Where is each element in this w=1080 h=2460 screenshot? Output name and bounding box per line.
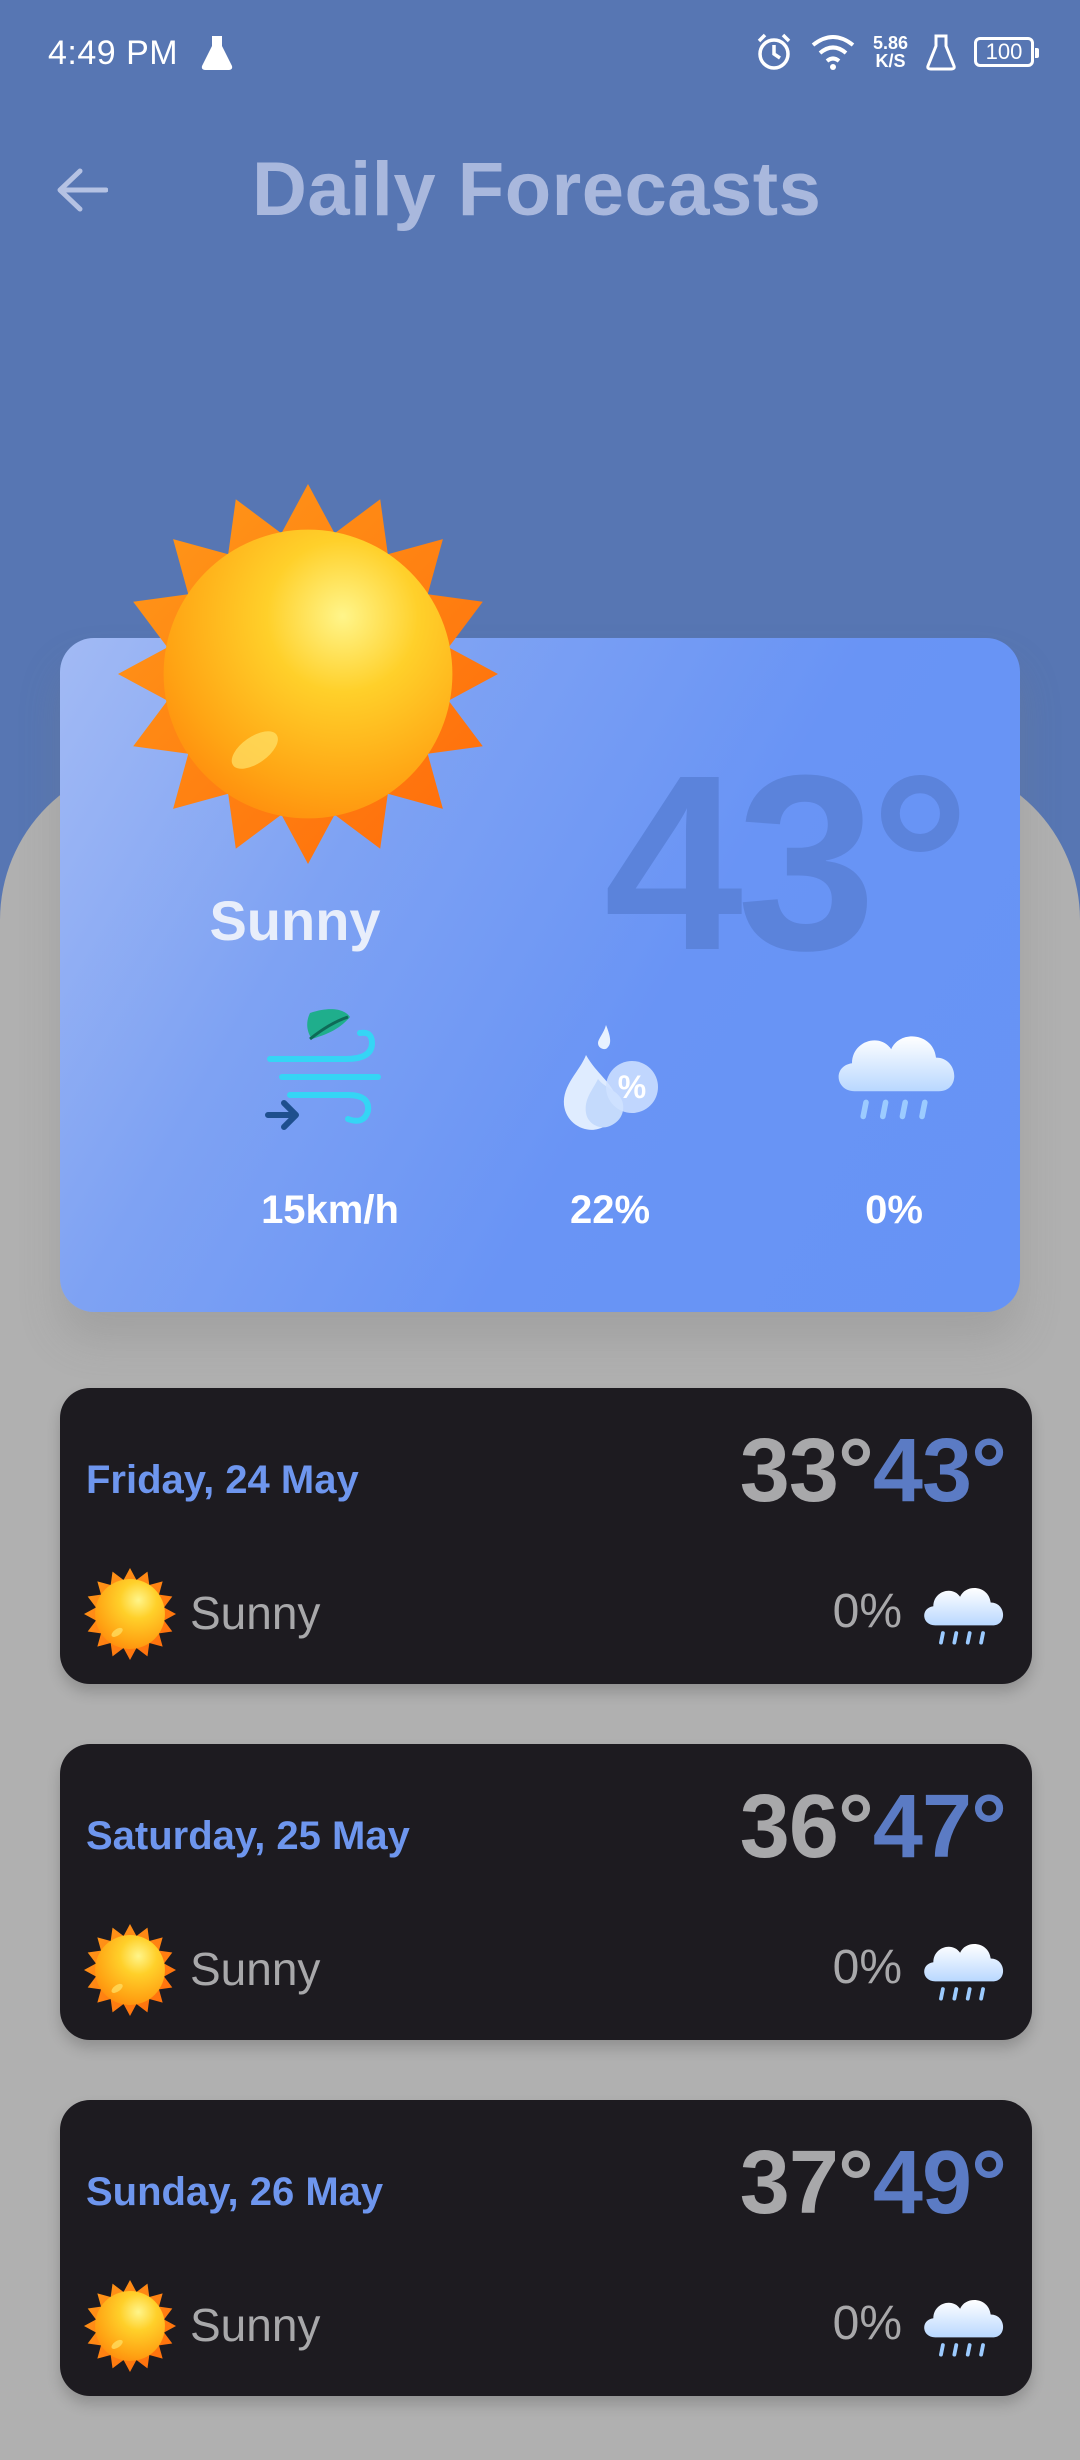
humidity-stat: % 22%	[510, 1003, 710, 1233]
flask-outline-icon	[926, 34, 956, 71]
network-speed-unit: K/S	[875, 51, 906, 71]
sun-icon	[84, 2280, 176, 2372]
day-date: Friday, 24 May	[86, 1458, 359, 1502]
status-icons: 5.86 K/S 100	[755, 30, 1039, 74]
day-condition: Sunny	[190, 2299, 321, 2351]
sun-icon	[118, 484, 498, 864]
alarm-icon	[757, 33, 791, 70]
status-time: 4:49 PM	[48, 34, 179, 72]
day-condition: Sunny	[190, 1587, 321, 1639]
humidity-value: 22%	[569, 1188, 651, 1232]
back-button[interactable]	[52, 160, 112, 220]
day-rain-chance: 0%	[832, 1585, 902, 1638]
screen: 4:49 PM 5.86 K/S 100 Daily Forecasts 43°…	[0, 0, 1080, 2460]
day-rain-chance: 0%	[832, 1941, 902, 1994]
today-condition: Sunny	[209, 889, 381, 952]
rain-cloud-icon	[914, 1570, 1010, 1656]
wind-icon	[265, 1009, 381, 1130]
flask-icon	[201, 36, 233, 70]
sun-icon	[84, 1924, 176, 2016]
rain-cloud-icon	[914, 2282, 1010, 2368]
day-date: Sunday, 26 May	[86, 2170, 384, 2214]
day-temperature-range: 36°47°	[740, 1782, 1007, 1872]
day-max-temp: 43°	[872, 1421, 1007, 1521]
day-min-temp: 36°	[739, 1777, 874, 1877]
sun-icon	[84, 1568, 176, 1660]
page-title: Daily Forecasts	[252, 147, 822, 232]
day-temperature-range: 37°49°	[740, 2138, 1007, 2228]
svg-text:%: %	[618, 1069, 646, 1105]
day-max-temp: 49°	[872, 2133, 1007, 2233]
today-temperature: 43°	[603, 723, 970, 1002]
day-date: Saturday, 25 May	[86, 1814, 410, 1858]
day-temperature-range: 33°43°	[740, 1426, 1007, 1516]
network-speed-value: 5.86	[872, 33, 908, 53]
day-card[interactable]: Sunday, 26 May 37°49° Sunny 0%	[60, 2100, 1032, 2396]
rain-stat: 0%	[794, 1003, 994, 1233]
rain-chance: 0%	[865, 1188, 923, 1232]
day-min-temp: 37°	[739, 2133, 874, 2233]
humidity-drop-icon: %	[563, 1025, 658, 1130]
wind-stat: 15km/h	[230, 1003, 430, 1233]
rain-cloud-icon	[914, 1926, 1010, 2012]
day-max-temp: 47°	[872, 1777, 1007, 1877]
network-speed: 5.86 K/S	[873, 34, 908, 70]
day-min-temp: 33°	[739, 1421, 874, 1521]
day-rain-chance: 0%	[832, 2297, 902, 2350]
day-condition: Sunny	[190, 1943, 321, 1995]
day-card[interactable]: Friday, 24 May 33°43° Sunny 0%	[60, 1388, 1032, 1684]
wifi-icon	[811, 35, 855, 70]
battery-indicator: 100	[974, 37, 1039, 67]
arrow-left-icon	[57, 168, 108, 212]
day-card[interactable]: Saturday, 25 May 36°47° Sunny 0%	[60, 1744, 1032, 2040]
status-bar: 4:49 PM 5.86 K/S 100	[0, 0, 1080, 110]
rain-cloud-icon	[824, 1003, 964, 1143]
battery-level: 100	[985, 39, 1023, 64]
wind-speed: 15km/h	[261, 1188, 399, 1232]
